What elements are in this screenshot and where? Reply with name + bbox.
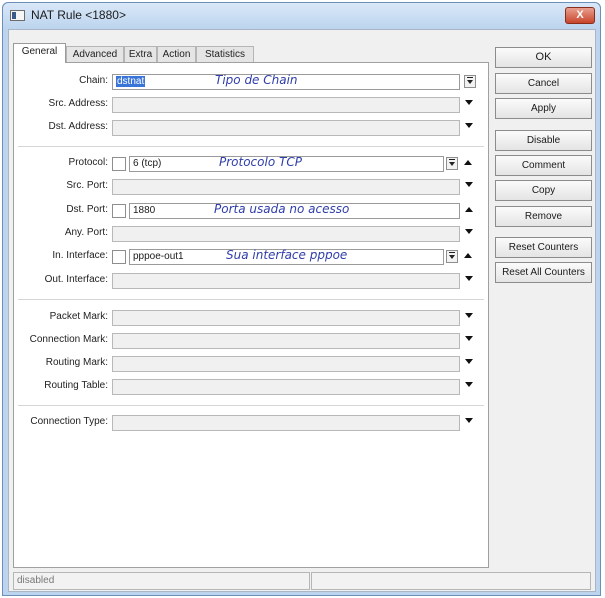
protocol-negate-checkbox[interactable] <box>112 157 126 171</box>
chevron-down-icon[interactable] <box>465 276 473 281</box>
dst-address-field[interactable] <box>112 120 460 136</box>
packet-mark-row: Packet Mark: <box>14 309 488 327</box>
chevron-down-icon[interactable] <box>465 336 473 341</box>
out-interface-row: Out. Interface: <box>14 272 488 290</box>
chevron-down-icon[interactable] <box>465 229 473 234</box>
dst-port-negate-checkbox[interactable] <box>112 204 126 218</box>
dst-address-label: Dst. Address: <box>48 121 108 132</box>
packet-mark-label: Packet Mark: <box>49 311 108 322</box>
dst-port-row: Dst. Port: 1880 Porta usada no acesso <box>14 202 488 220</box>
src-port-field[interactable] <box>112 179 460 195</box>
window-title: NAT Rule <1880> <box>31 8 126 22</box>
window-body: General Advanced Extra Action Statistics… <box>8 29 596 592</box>
chain-label: Chain: <box>79 75 108 86</box>
connection-type-row: Connection Type: <box>14 414 488 432</box>
divider <box>18 405 484 406</box>
routing-mark-field[interactable] <box>112 356 460 372</box>
connection-mark-label: Connection Mark: <box>29 334 108 345</box>
general-panel: Chain: dstnat Tipo de Chain Src. Address… <box>13 62 489 568</box>
connection-type-field[interactable] <box>112 415 460 431</box>
collapse-up-icon[interactable] <box>464 160 472 165</box>
chevron-down-icon[interactable] <box>465 182 473 187</box>
status-text: disabled <box>13 572 310 590</box>
any-port-field[interactable] <box>112 226 460 242</box>
tab-general[interactable]: General <box>13 43 66 63</box>
packet-mark-field[interactable] <box>112 310 460 326</box>
window-icon <box>10 10 25 21</box>
tab-extra[interactable]: Extra <box>124 46 157 63</box>
connection-type-label: Connection Type: <box>30 416 108 427</box>
chain-value: dstnat <box>116 76 146 87</box>
tab-statistics[interactable]: Statistics <box>196 46 254 63</box>
src-address-label: Src. Address: <box>48 98 108 109</box>
chevron-down-icon[interactable] <box>465 313 473 318</box>
close-icon: X <box>576 9 584 21</box>
src-port-label: Src. Port: <box>66 180 108 191</box>
dst-port-label: Dst. Port: <box>66 204 108 215</box>
dst-port-annotation: Porta usada no acesso <box>214 202 350 216</box>
chevron-down-icon[interactable] <box>465 382 473 387</box>
routing-mark-row: Routing Mark: <box>14 355 488 373</box>
ok-button[interactable]: OK <box>495 47 592 68</box>
tab-action[interactable]: Action <box>157 46 196 63</box>
collapse-up-icon[interactable] <box>464 253 472 258</box>
protocol-dropdown-button[interactable] <box>446 157 458 170</box>
reset-counters-button[interactable]: Reset Counters <box>495 237 592 258</box>
src-port-row: Src. Port: <box>14 178 488 196</box>
in-interface-annotation: Sua interface pppoe <box>226 248 348 262</box>
in-interface-label: In. Interface: <box>52 250 108 261</box>
connection-mark-field[interactable] <box>112 333 460 349</box>
collapse-up-icon[interactable] <box>465 207 473 212</box>
any-port-row: Any. Port: <box>14 225 488 243</box>
divider <box>18 299 484 300</box>
chain-annotation: Tipo de Chain <box>215 73 298 87</box>
routing-table-field[interactable] <box>112 379 460 395</box>
chain-row: Chain: dstnat Tipo de Chain <box>14 73 488 91</box>
out-interface-field[interactable] <box>112 273 460 289</box>
dst-address-row: Dst. Address: <box>14 119 488 137</box>
cancel-button[interactable]: Cancel <box>495 73 592 94</box>
close-button[interactable]: X <box>565 7 595 24</box>
tab-advanced[interactable]: Advanced <box>66 46 124 63</box>
comment-button[interactable]: Comment <box>495 155 592 176</box>
reset-all-counters-button[interactable]: Reset All Counters <box>495 262 592 283</box>
chevron-down-icon[interactable] <box>465 418 473 423</box>
protocol-annotation: Protocolo TCP <box>219 155 302 169</box>
status-cell-empty <box>311 572 591 590</box>
title-bar[interactable]: NAT Rule <1880> X <box>3 3 600 29</box>
chevron-down-icon[interactable] <box>465 123 473 128</box>
src-address-field[interactable] <box>112 97 460 113</box>
routing-mark-label: Routing Mark: <box>45 357 108 368</box>
protocol-label: Protocol: <box>68 157 108 168</box>
copy-button[interactable]: Copy <box>495 180 592 201</box>
connection-mark-row: Connection Mark: <box>14 332 488 350</box>
disable-button[interactable]: Disable <box>495 130 592 151</box>
in-interface-row: In. Interface: pppoe-out1 Sua interface … <box>14 248 488 266</box>
protocol-row: Protocol: 6 (tcp) Protocolo TCP <box>14 155 488 173</box>
routing-table-row: Routing Table: <box>14 378 488 396</box>
out-interface-label: Out. Interface: <box>44 274 108 285</box>
nat-rule-window: NAT Rule <1880> X General Advanced Extra… <box>2 2 601 596</box>
divider <box>18 146 484 147</box>
remove-button[interactable]: Remove <box>495 206 592 227</box>
chevron-down-icon[interactable] <box>465 100 473 105</box>
apply-button[interactable]: Apply <box>495 98 592 119</box>
chevron-down-icon[interactable] <box>465 359 473 364</box>
src-address-row: Src. Address: <box>14 96 488 114</box>
chain-dropdown-button[interactable] <box>464 75 476 88</box>
routing-table-label: Routing Table: <box>44 380 108 391</box>
any-port-label: Any. Port: <box>64 227 108 238</box>
in-interface-negate-checkbox[interactable] <box>112 250 126 264</box>
in-interface-dropdown-button[interactable] <box>446 250 458 263</box>
